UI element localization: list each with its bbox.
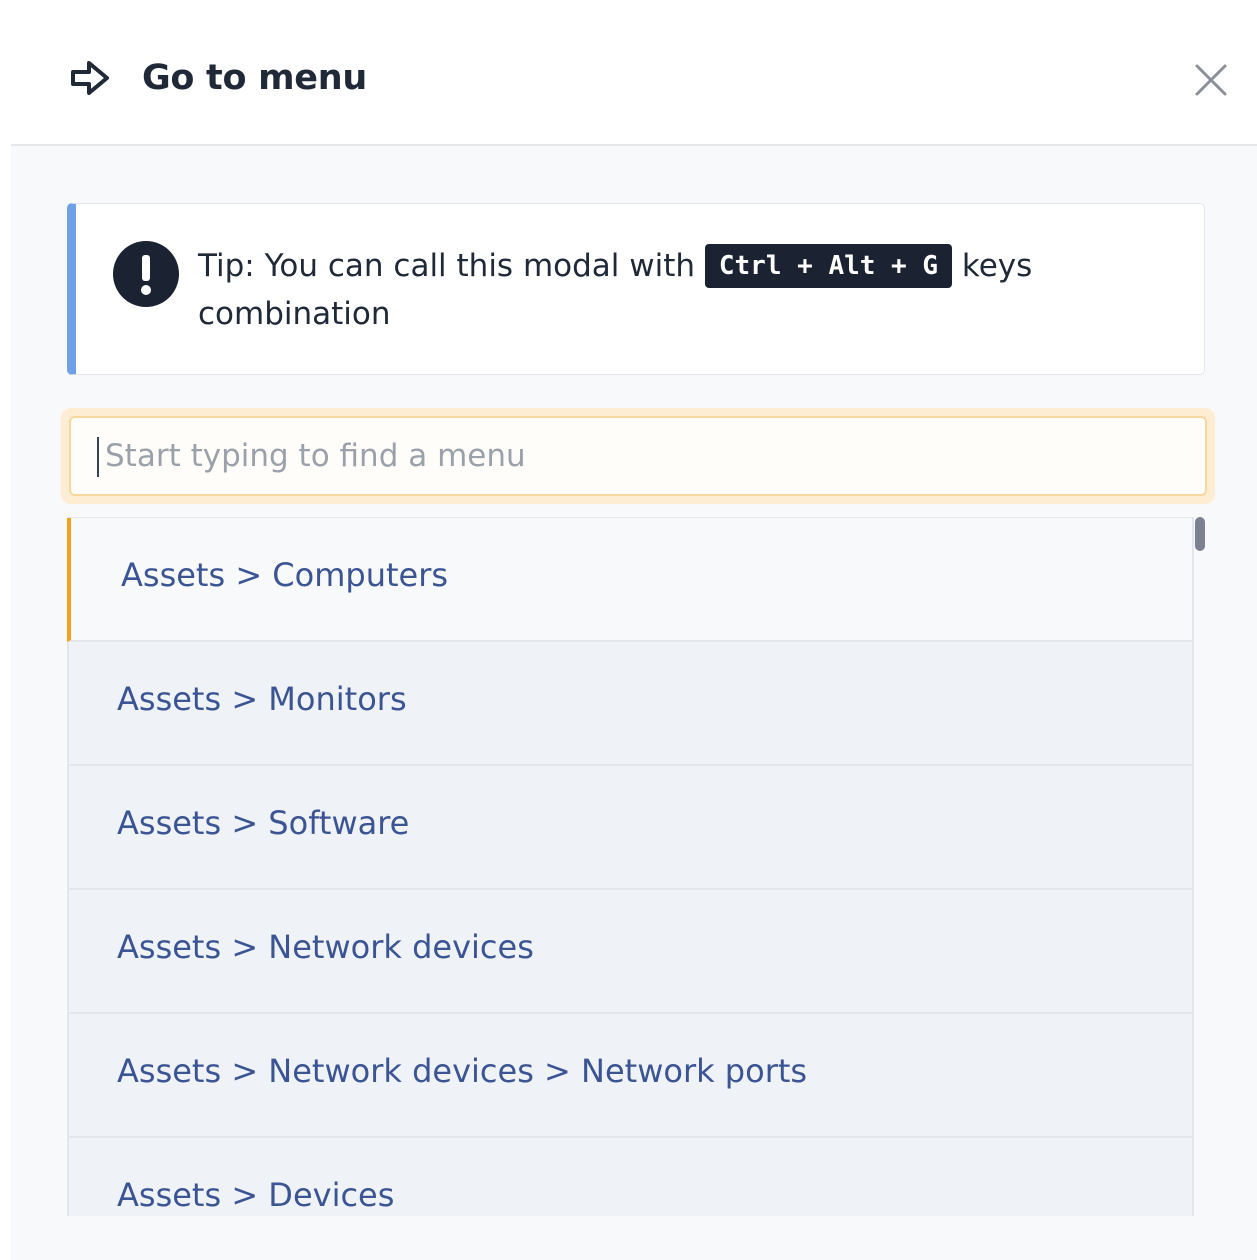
list-item-label: Assets > Software <box>117 804 410 842</box>
exclamation-circle-icon <box>113 241 179 307</box>
go-to-menu-modal: Go to menu Tip: You can call this modal … <box>11 0 1257 1260</box>
modal-title: Go to menu <box>142 58 367 98</box>
shortcut-kbd: Ctrl + Alt + G <box>704 244 953 288</box>
search-input[interactable] <box>69 416 1207 496</box>
list-item[interactable]: Assets > Network devices > Network ports <box>67 1014 1194 1138</box>
tip-text-before: Tip: You can call this modal with <box>198 248 705 284</box>
list-item[interactable]: Assets > Monitors <box>67 642 1194 766</box>
list-scrollbar[interactable] <box>1195 517 1205 551</box>
menu-results-list[interactable]: Assets > Computers Assets > Monitors Ass… <box>67 517 1194 1216</box>
list-item[interactable]: Assets > Network devices <box>67 890 1194 1014</box>
list-item[interactable]: Assets > Devices <box>67 1138 1194 1216</box>
list-item-label: Assets > Monitors <box>117 680 407 718</box>
list-item[interactable]: Assets > Software <box>67 766 1194 890</box>
list-item-label: Assets > Network devices > Network ports <box>117 1052 808 1090</box>
close-icon[interactable] <box>1193 62 1229 98</box>
list-item-label: Assets > Computers <box>121 556 449 594</box>
modal-header: Go to menu <box>11 0 1257 146</box>
arrow-right-icon <box>71 61 109 95</box>
list-item-label: Assets > Network devices <box>117 928 534 966</box>
list-item-label: Assets > Devices <box>117 1176 395 1214</box>
list-item[interactable]: Assets > Computers <box>67 518 1194 642</box>
tip-alert: Tip: You can call this modal with Ctrl +… <box>67 203 1205 375</box>
text-caret <box>97 437 99 477</box>
search-focus-ring <box>61 408 1215 504</box>
tip-text: Tip: You can call this modal with Ctrl +… <box>198 242 1158 338</box>
